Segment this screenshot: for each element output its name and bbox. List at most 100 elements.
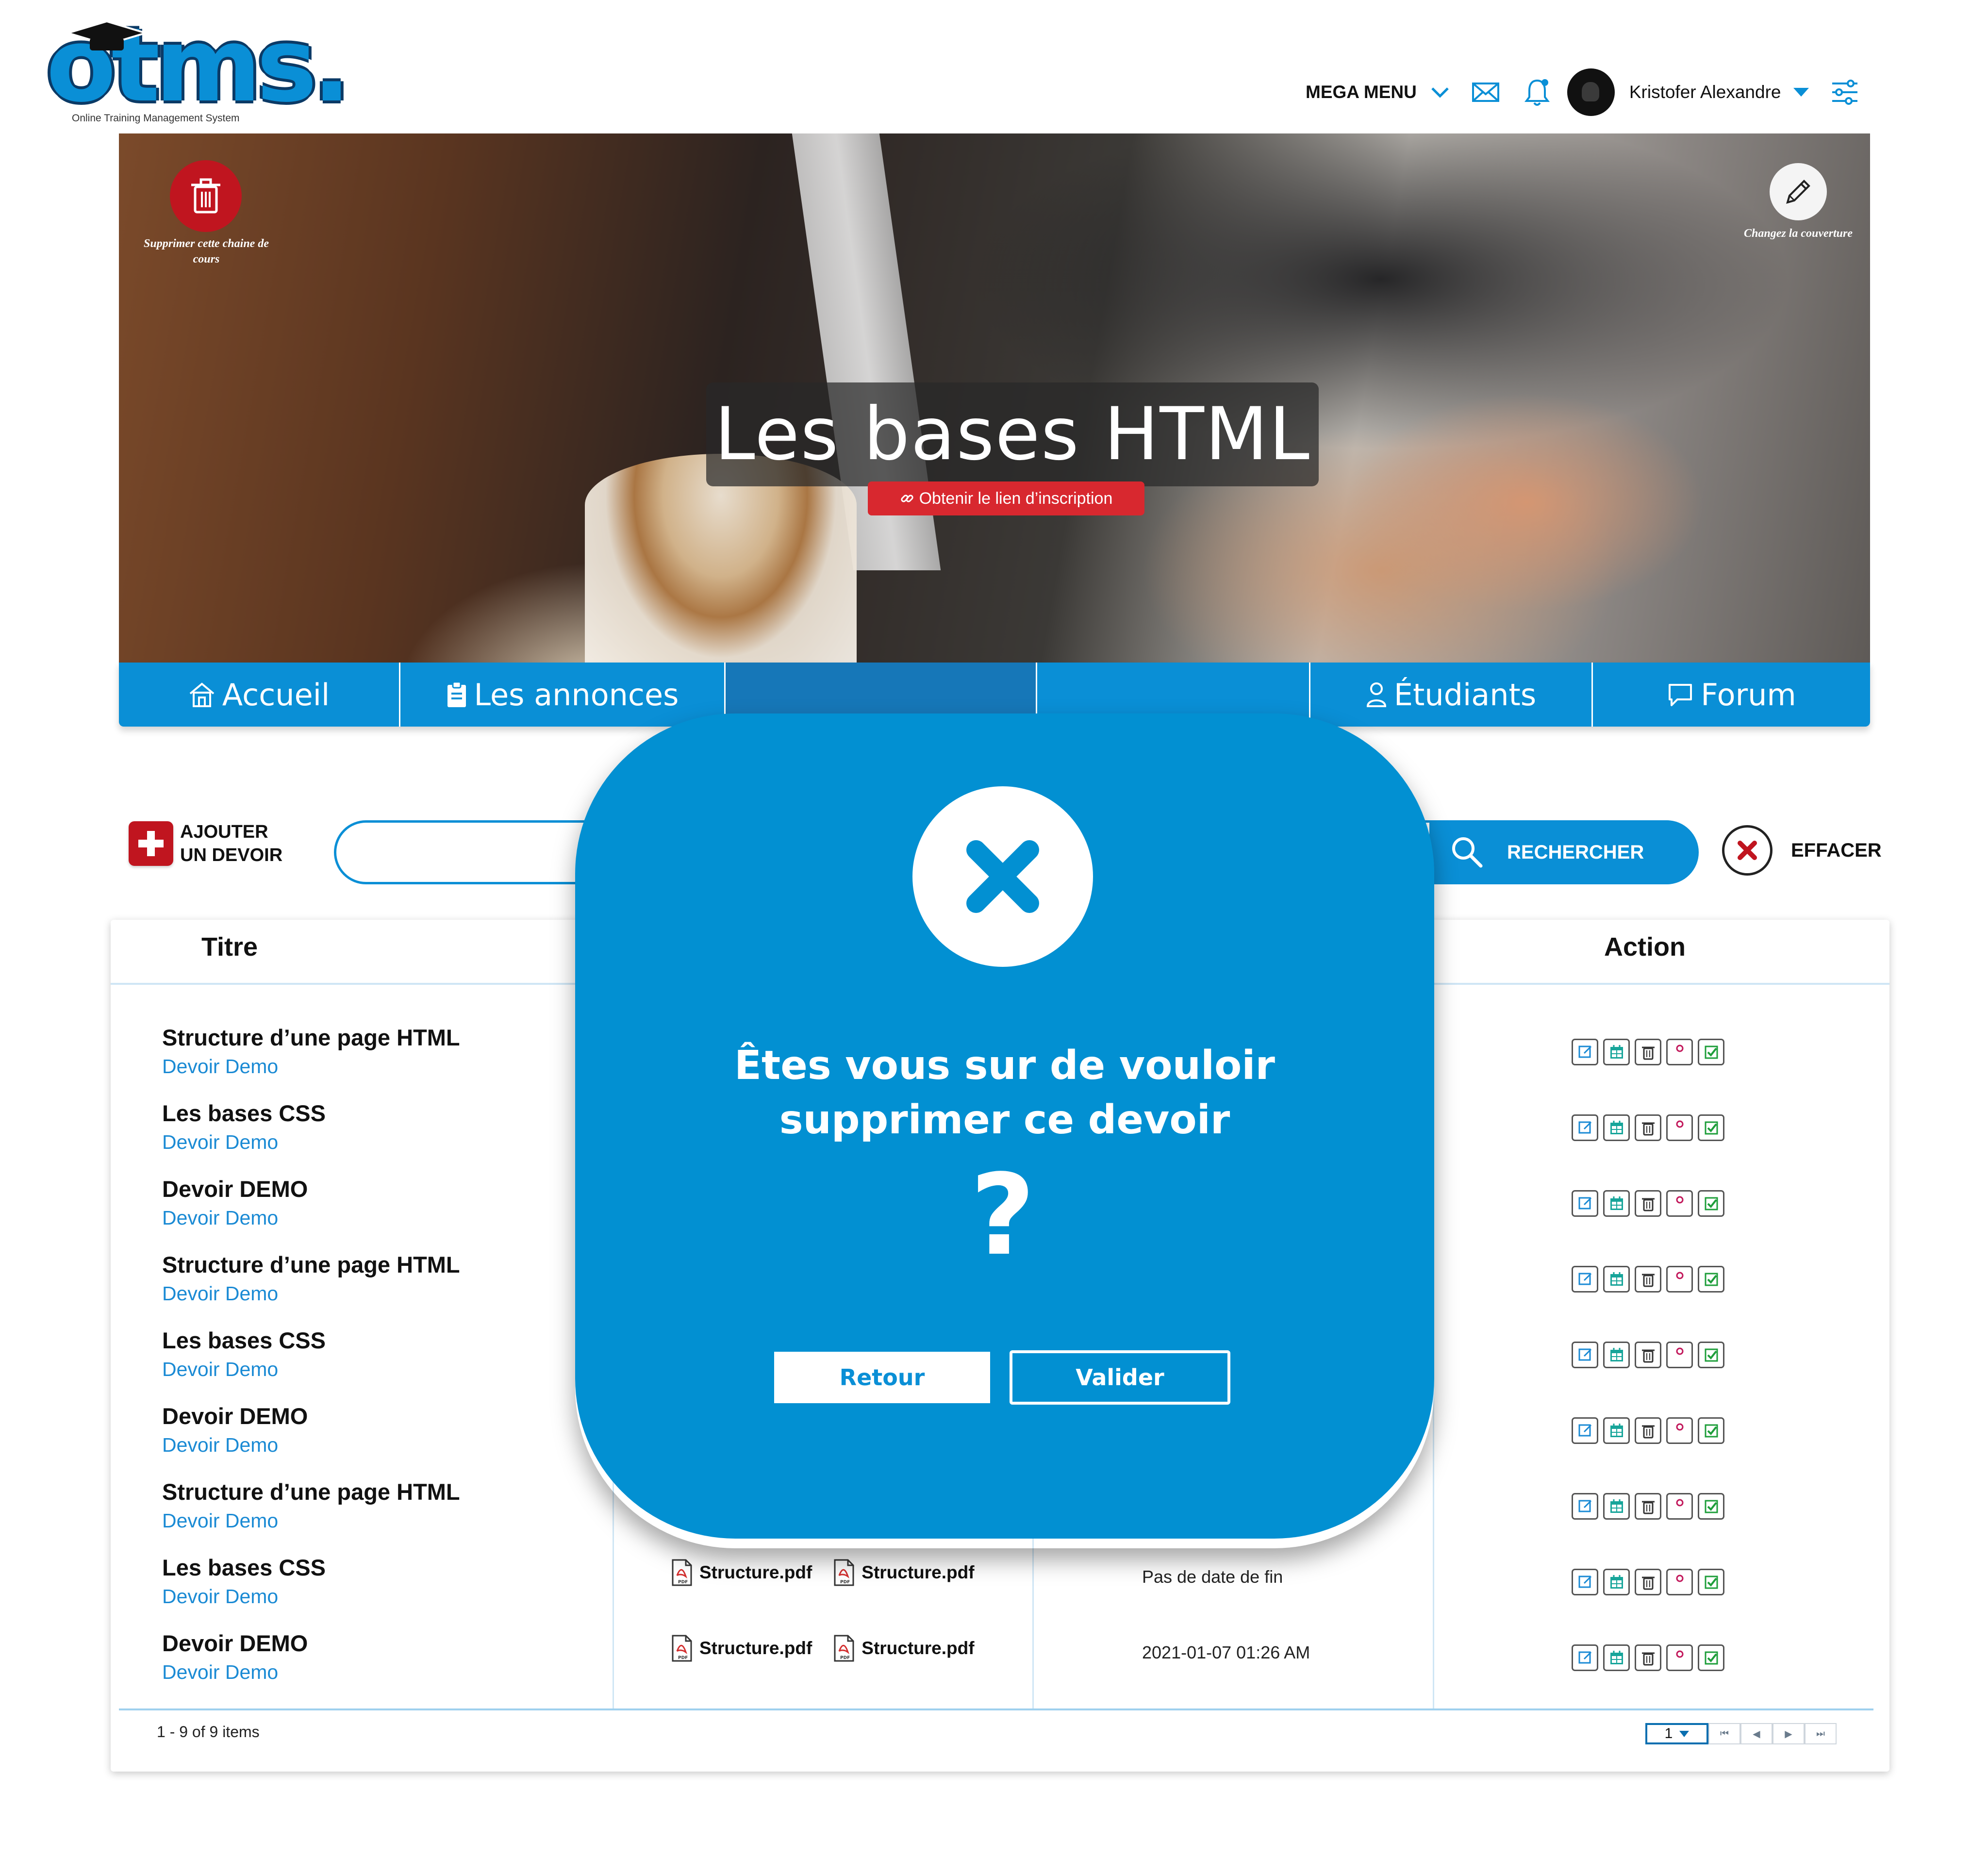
calendar-icon[interactable] (1603, 1493, 1630, 1520)
users-icon[interactable] (1666, 1266, 1693, 1293)
user-name[interactable]: Kristofer Alexandre (1629, 82, 1781, 102)
assignment-title[interactable]: Structure d’une page HTML (162, 1251, 460, 1278)
column-header-action[interactable]: Action (1604, 932, 1686, 962)
otms-logo[interactable]: otms. (46, 15, 351, 126)
edit-icon[interactable] (1572, 1114, 1598, 1141)
trash-icon[interactable] (1635, 1493, 1661, 1520)
calendar-icon[interactable] (1603, 1569, 1630, 1595)
users-icon[interactable] (1666, 1493, 1693, 1520)
calendar-icon[interactable] (1603, 1039, 1630, 1065)
assignment-title[interactable]: Structure d’une page HTML (162, 1478, 460, 1505)
assignment-title[interactable]: Devoir DEMO (162, 1403, 308, 1429)
users-icon[interactable] (1666, 1114, 1693, 1141)
pdf-attachment[interactable]: PDF Structure.pdf (671, 1635, 812, 1662)
calendar-icon[interactable] (1603, 1644, 1630, 1671)
users-icon[interactable] (1666, 1342, 1693, 1368)
clipboard-icon (447, 681, 466, 707)
edit-icon[interactable] (1572, 1417, 1598, 1444)
change-cover-button[interactable] (1770, 163, 1827, 220)
pdf-attachment[interactable]: PDF Structure.pdf (833, 1559, 975, 1586)
chevron-down-icon[interactable] (1430, 83, 1450, 102)
check-icon[interactable] (1698, 1493, 1724, 1520)
edit-icon[interactable] (1572, 1644, 1598, 1671)
trash-icon[interactable] (1635, 1417, 1661, 1444)
row-actions (1572, 1114, 1729, 1141)
calendar-icon[interactable] (1603, 1417, 1630, 1444)
tab-etudiants[interactable]: Étudiants (1310, 663, 1593, 727)
user-dropdown-caret-icon[interactable] (1793, 88, 1809, 97)
tab-forum[interactable]: Forum (1593, 663, 1870, 727)
users-icon[interactable] (1666, 1190, 1693, 1217)
edit-icon[interactable] (1572, 1569, 1598, 1595)
trash-icon[interactable] (1635, 1569, 1661, 1595)
tab-label: Accueil (222, 677, 330, 713)
check-icon[interactable] (1698, 1266, 1724, 1293)
valider-button[interactable]: Valider (1010, 1350, 1230, 1405)
trash-icon[interactable] (1635, 1190, 1661, 1217)
pdf-icon: PDF (672, 1635, 692, 1662)
avatar[interactable] (1567, 68, 1615, 116)
home-icon (189, 682, 215, 707)
retour-button[interactable]: Retour (774, 1352, 990, 1403)
calendar-icon[interactable] (1603, 1342, 1630, 1368)
calendar-icon[interactable] (1603, 1190, 1630, 1217)
check-icon[interactable] (1698, 1342, 1724, 1368)
assignment-title[interactable]: Structure d’une page HTML (162, 1024, 460, 1051)
clear-x-icon (1722, 825, 1773, 876)
delete-course-label: Supprimer cette chaine de cours (144, 237, 269, 265)
add-assignment-button[interactable]: AJOUTER UN DEVOIR (129, 820, 282, 867)
sliders-icon[interactable] (1829, 77, 1860, 108)
users-icon[interactable] (1666, 1039, 1693, 1065)
pdf-attachment[interactable]: PDF Structure.pdf (833, 1635, 975, 1662)
trash-icon[interactable] (1635, 1114, 1661, 1141)
trash-icon[interactable] (1635, 1266, 1661, 1293)
check-icon[interactable] (1698, 1190, 1724, 1217)
delete-course-button[interactable] (170, 160, 242, 232)
next-page-icon[interactable]: ▶ (1773, 1723, 1805, 1744)
check-icon[interactable] (1698, 1569, 1724, 1595)
users-icon[interactable] (1666, 1569, 1693, 1595)
prev-page-icon[interactable]: ◀ (1740, 1723, 1773, 1744)
bell-icon[interactable] (1522, 77, 1553, 108)
column-header-title[interactable]: Titre (201, 932, 258, 962)
assignment-subtitle: Devoir Demo (162, 1055, 279, 1078)
mail-icon[interactable] (1470, 77, 1501, 108)
assignment-subtitle: Devoir Demo (162, 1434, 279, 1456)
first-page-icon[interactable]: ⏮ (1708, 1723, 1740, 1744)
assignment-title[interactable]: Les bases CSS (162, 1327, 326, 1354)
assignment-title[interactable]: Devoir DEMO (162, 1630, 308, 1657)
trash-icon[interactable] (1635, 1342, 1661, 1368)
assignment-subtitle: Devoir Demo (162, 1282, 279, 1305)
check-icon[interactable] (1698, 1039, 1724, 1065)
users-icon[interactable] (1666, 1644, 1693, 1671)
clear-button-label: EFFACER (1791, 839, 1882, 861)
check-icon[interactable] (1698, 1114, 1724, 1141)
row-actions (1572, 1644, 1729, 1671)
clear-button[interactable]: EFFACER (1722, 825, 1882, 876)
edit-icon[interactable] (1572, 1266, 1598, 1293)
edit-icon[interactable] (1572, 1039, 1598, 1065)
assignment-title[interactable]: Devoir DEMO (162, 1176, 308, 1202)
assignment-title[interactable]: Les bases CSS (162, 1554, 326, 1581)
check-icon[interactable] (1698, 1644, 1724, 1671)
tab-annonces[interactable]: Les annonces (400, 663, 726, 727)
last-page-icon[interactable]: ⏭ (1805, 1723, 1837, 1744)
assignment-title[interactable]: Les bases CSS (162, 1100, 326, 1127)
edit-icon[interactable] (1572, 1493, 1598, 1520)
tab-accueil[interactable]: Accueil (119, 663, 400, 727)
trash-icon[interactable] (1635, 1644, 1661, 1671)
search-button[interactable]: RECHERCHER (1429, 820, 1699, 884)
page-select[interactable]: 1 (1645, 1723, 1708, 1744)
tab-label: Les annonces (474, 677, 679, 713)
trash-icon[interactable] (1635, 1039, 1661, 1065)
calendar-icon[interactable] (1603, 1114, 1630, 1141)
get-enrollment-link-button[interactable]: Obtenir le lien d’inscription (868, 481, 1144, 515)
users-icon[interactable] (1666, 1417, 1693, 1444)
attachments: PDF Structure.pdf PDF Structure.pdf (671, 1635, 996, 1662)
calendar-icon[interactable] (1603, 1266, 1630, 1293)
edit-icon[interactable] (1572, 1190, 1598, 1217)
check-icon[interactable] (1698, 1417, 1724, 1444)
edit-icon[interactable] (1572, 1342, 1598, 1368)
pdf-attachment[interactable]: PDF Structure.pdf (671, 1559, 812, 1586)
mega-menu-button[interactable]: MEGA MENU (1306, 82, 1417, 102)
